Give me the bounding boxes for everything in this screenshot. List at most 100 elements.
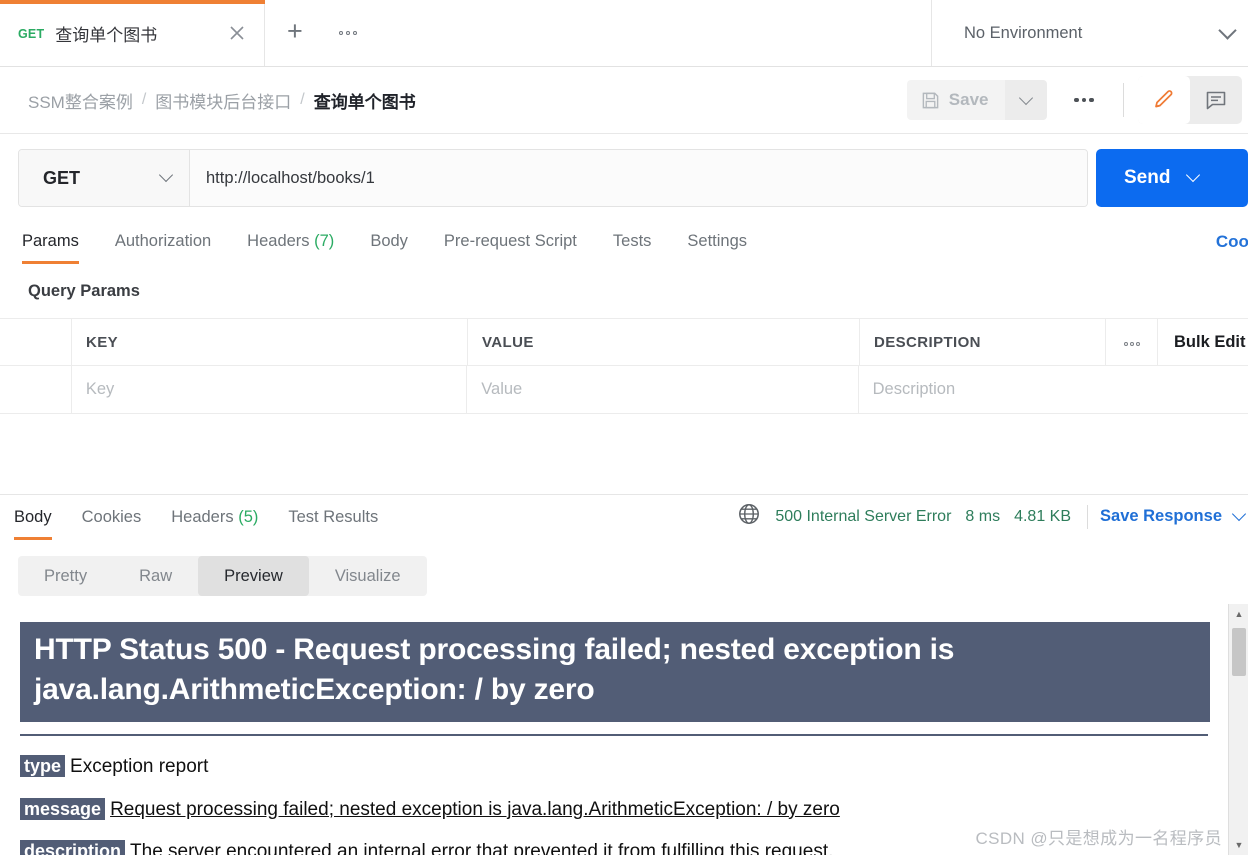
tab-pre-request-script[interactable]: Pre-request Script <box>444 226 577 264</box>
param-key-placeholder: Key <box>85 380 115 398</box>
comments-button[interactable] <box>1190 76 1242 124</box>
scrollbar-thumb[interactable] <box>1232 628 1246 676</box>
breadcrumb-actions: Save <box>906 76 1248 124</box>
response-tab-cookies-label: Cookies <box>81 508 142 526</box>
chevron-down-icon[interactable] <box>1186 167 1201 183</box>
error-row-type: type Exception report <box>20 754 1228 779</box>
save-options-button[interactable] <box>1004 80 1047 120</box>
view-mode-pretty[interactable]: Pretty <box>18 556 113 596</box>
tab-settings-label: Settings <box>687 232 748 250</box>
divider <box>1123 83 1124 117</box>
tab-tests-label: Tests <box>612 232 652 250</box>
breadcrumb-item-collection[interactable]: SSM整合案例 <box>28 88 133 113</box>
chevron-down-icon[interactable] <box>1231 506 1247 521</box>
param-key-input[interactable]: Key <box>72 366 468 413</box>
tab-strip: GET 查询单个图书 + No Environment <box>0 0 1248 67</box>
response-tab-body-label: Body <box>14 508 52 526</box>
scroll-down-arrow-icon[interactable]: ▼ <box>1229 835 1248 855</box>
error-banner: HTTP Status 500 - Request processing fai… <box>20 622 1210 722</box>
error-label-type: type <box>20 754 66 777</box>
tab-authorization[interactable]: Authorization <box>115 226 211 264</box>
scroll-up-arrow-icon[interactable]: ▲ <box>1229 604 1248 624</box>
close-icon[interactable] <box>224 20 250 46</box>
response-tab-headers-count: (5) <box>238 508 259 526</box>
url-input[interactable]: http://localhost/books/1 <box>190 150 1087 206</box>
response-tab-test-results[interactable]: Test Results <box>288 502 378 540</box>
save-button-group: Save <box>906 80 1047 120</box>
params-header-value-label: VALUE <box>482 333 534 351</box>
tab-tools: + <box>265 0 932 66</box>
new-tab-icon[interactable]: + <box>287 17 303 45</box>
error-label-description: description <box>20 840 126 855</box>
save-button-label: Save <box>948 90 989 109</box>
divider <box>1087 504 1089 529</box>
response-tab-body[interactable]: Body <box>14 502 52 540</box>
params-table: KEY VALUE DESCRIPTION Bulk Edit Key Valu… <box>0 318 1248 414</box>
view-mode-preview[interactable]: Preview <box>198 556 309 596</box>
response-size: 4.81 KB <box>1014 507 1072 525</box>
response-preview-pane: HTTP Status 500 - Request processing fai… <box>0 604 1228 855</box>
tab-body-label: Body <box>370 232 408 250</box>
query-params-title: Query Params <box>28 282 140 300</box>
request-more-options-button[interactable] <box>1047 97 1122 103</box>
breadcrumb-bar: SSM整合案例 / 图书模块后台接口 / 查询单个图书 Save <box>0 67 1248 134</box>
tab-body[interactable]: Body <box>370 226 408 264</box>
send-button-group[interactable]: Send <box>1096 149 1248 207</box>
tab-params[interactable]: Params <box>22 226 79 264</box>
breadcrumb-separator: / <box>141 91 147 108</box>
params-header-description-label: DESCRIPTION <box>874 333 981 351</box>
save-response-button[interactable]: Save Response <box>1100 507 1222 526</box>
param-value-input[interactable]: Value <box>467 366 859 413</box>
params-header-value: VALUE <box>468 319 860 365</box>
ellipsis-icon <box>1123 333 1141 351</box>
chevron-down-icon <box>158 167 174 183</box>
bulk-edit-label: Bulk Edit <box>1174 332 1246 351</box>
param-description-placeholder: Description <box>872 380 956 398</box>
preview-scrollbar[interactable]: ▲ ▼ <box>1228 604 1248 855</box>
param-row-checkbox[interactable] <box>0 366 72 413</box>
chevron-down-icon <box>1018 90 1033 105</box>
globe-icon <box>737 502 761 531</box>
save-button[interactable]: Save <box>906 80 1005 120</box>
tab-title-label: 查询单个图书 <box>55 25 158 45</box>
chevron-down-icon <box>1218 20 1237 40</box>
edit-request-button[interactable] <box>1138 76 1190 124</box>
params-table-header-row: KEY VALUE DESCRIPTION Bulk Edit <box>0 318 1248 366</box>
param-value-placeholder: Value <box>481 380 523 398</box>
error-value-message: Request processing failed; nested except… <box>110 798 840 820</box>
horizontal-rule <box>20 733 1208 736</box>
breadcrumb-item-folder[interactable]: 图书模块后台接口 <box>155 88 291 113</box>
tab-headers[interactable]: Headers (7) <box>247 226 334 264</box>
response-time: 8 ms <box>965 507 1001 525</box>
tab-params-label: Params <box>22 232 79 250</box>
params-header-key-label: KEY <box>86 333 119 351</box>
params-header-key: KEY <box>72 319 468 365</box>
request-tab-active[interactable]: GET 查询单个图书 <box>0 0 265 66</box>
environment-selector[interactable]: No Environment <box>932 0 1248 66</box>
method-label: GET <box>43 167 81 188</box>
view-mode-raw[interactable]: Raw <box>113 556 198 596</box>
postman-window: GET 查询单个图书 + No Environment SSM整合案例 / 图书… <box>0 0 1248 855</box>
breadcrumb-separator: / <box>300 91 305 108</box>
error-value-description: The server encountered an internal error… <box>130 841 834 855</box>
params-options-button[interactable] <box>1106 319 1158 365</box>
bulk-edit-button[interactable]: Bulk Edit <box>1158 319 1248 365</box>
tab-headers-label: Headers <box>247 232 310 250</box>
tab-headers-count: (7) <box>314 232 335 250</box>
tab-options-icon[interactable] <box>338 31 357 35</box>
cookies-link[interactable]: Cookies <box>1216 226 1248 252</box>
table-row: Key Value Description <box>0 366 1248 414</box>
response-tab-cookies[interactable]: Cookies <box>82 502 142 540</box>
response-tab-headers[interactable]: Headers (5) <box>171 502 258 540</box>
params-header-description: DESCRIPTION <box>860 319 1106 365</box>
tab-settings[interactable]: Settings <box>687 226 747 264</box>
response-meta: 500 Internal Server Error 8 ms 4.81 KB S… <box>737 502 1248 531</box>
floppy-disk-icon <box>922 92 939 108</box>
environment-label: No Environment <box>964 23 1083 42</box>
param-description-input[interactable]: Description <box>859 366 1248 413</box>
tab-pre-request-script-label: Pre-request Script <box>443 232 577 250</box>
breadcrumb-item-current: 查询单个图书 <box>313 92 416 112</box>
view-mode-visualize[interactable]: Visualize <box>309 556 427 596</box>
tab-tests[interactable]: Tests <box>613 226 652 264</box>
method-selector[interactable]: GET <box>19 150 190 206</box>
